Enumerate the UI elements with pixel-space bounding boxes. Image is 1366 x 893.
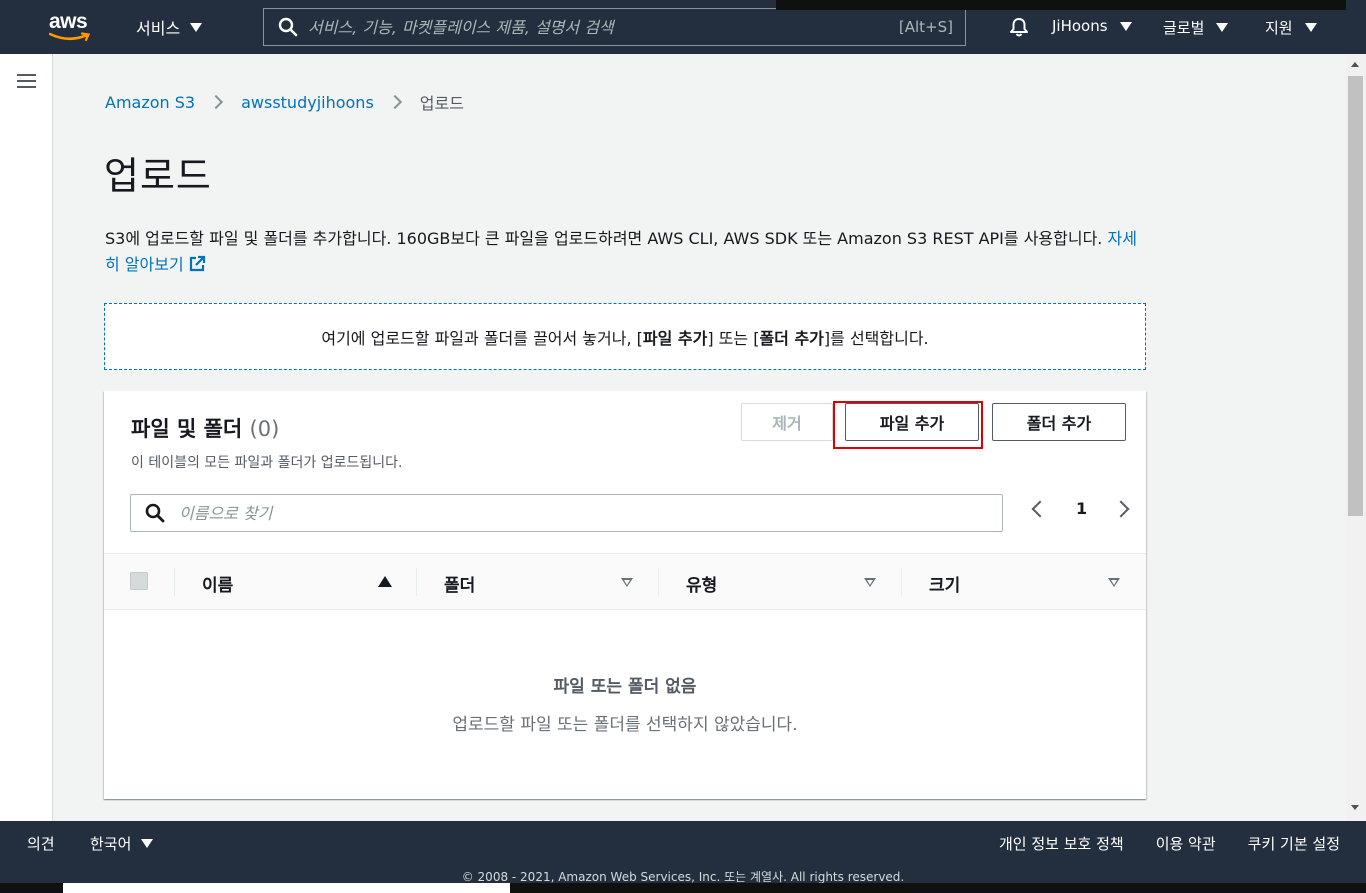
sort-toggle-icon[interactable] xyxy=(621,578,633,587)
caret-down-icon xyxy=(1216,23,1229,32)
table-header: 이름 폴더 유형 크기 xyxy=(104,553,1146,610)
upload-dropzone[interactable]: 여기에 업로드할 파일과 폴더를 끌어서 놓거나, [파일 추가] 또는 [폴더… xyxy=(104,303,1146,370)
caret-down-icon xyxy=(190,22,203,32)
add-files-button[interactable]: 파일 추가 xyxy=(845,403,979,441)
add-folder-button[interactable]: 폴더 추가 xyxy=(992,403,1126,441)
column-header-name[interactable]: 이름 xyxy=(202,568,233,598)
breadcrumb-s3-link[interactable]: Amazon S3 xyxy=(105,93,195,112)
dropzone-text: 여기에 업로드할 파일과 폴더를 끌어서 놓거나, [파일 추가] 또는 [폴더… xyxy=(321,325,928,349)
column-header-type[interactable]: 유형 xyxy=(686,568,717,598)
scrollbar-thumb[interactable] xyxy=(1348,76,1363,516)
breadcrumb-current: 업로드 xyxy=(419,94,464,113)
filter-search[interactable] xyxy=(130,494,1003,532)
caret-down-icon xyxy=(141,839,154,848)
next-page-icon[interactable] xyxy=(1112,500,1130,517)
current-page-number[interactable]: 1 xyxy=(1076,499,1087,518)
filter-input[interactable] xyxy=(179,503,1002,523)
notification-bell-icon[interactable] xyxy=(1008,16,1030,38)
description-text: S3에 업로드할 파일 및 폴더를 추가합니다. 160GB보다 큰 파일을 업… xyxy=(105,229,1103,248)
menu-toggle-icon[interactable] xyxy=(17,74,36,89)
aws-logo[interactable]: aws xyxy=(47,8,95,44)
sort-toggle-icon[interactable] xyxy=(864,578,876,587)
sort-ascending-icon[interactable] xyxy=(378,576,392,587)
search-shortcut-hint: [Alt+S] xyxy=(898,18,953,36)
panel-subtitle: 이 테이블의 모든 파일과 폴더가 업로드됩니다. xyxy=(131,455,403,471)
language-label: 한국어 xyxy=(90,835,132,853)
panel-title-text: 파일 및 폴더 xyxy=(131,417,243,441)
support-label: 지원 xyxy=(1265,19,1293,37)
chevron-right-icon xyxy=(209,94,224,110)
side-navigation xyxy=(0,54,53,821)
feedback-link[interactable]: 의견 xyxy=(27,833,55,854)
page-description: S3에 업로드할 파일 및 폴더를 추가합니다. 160GB보다 큰 파일을 업… xyxy=(105,226,1150,278)
dropzone-text-before: 여기에 업로드할 파일과 폴더를 끌어서 놓거나, [ xyxy=(321,328,643,348)
caret-down-icon xyxy=(1304,23,1317,32)
page-title: 업로드 xyxy=(104,154,212,198)
chevron-right-icon xyxy=(387,94,402,110)
empty-state-subtitle: 업로드할 파일 또는 폴더를 선택하지 않았습니다. xyxy=(452,715,798,735)
pagination: 1 xyxy=(1026,499,1135,518)
remove-button[interactable]: 제거 xyxy=(741,403,833,441)
column-divider xyxy=(658,568,659,596)
scroll-up-arrow-icon[interactable] xyxy=(1351,62,1359,67)
footer-white-strip xyxy=(63,883,510,893)
language-selector[interactable]: 한국어 xyxy=(90,833,154,854)
terms-link[interactable]: 이용 약관 xyxy=(1156,833,1216,854)
top-overlay-bar xyxy=(776,0,1346,10)
panel-count: (0) xyxy=(249,417,280,441)
services-menu[interactable]: 서비스 xyxy=(136,15,203,39)
column-header-size[interactable]: 크기 xyxy=(929,568,960,598)
global-search[interactable]: [Alt+S] xyxy=(263,8,966,46)
search-icon xyxy=(278,17,298,37)
services-label: 서비스 xyxy=(136,19,181,38)
account-menu[interactable]: JiHoons xyxy=(1052,17,1132,35)
aws-logo-text: aws xyxy=(49,10,88,33)
column-header-folder[interactable]: 폴더 xyxy=(444,568,475,598)
aws-smile-icon xyxy=(49,32,91,42)
dropzone-add-folder-ref: 폴더 추가 xyxy=(759,328,824,348)
breadcrumb-bucket-link[interactable]: awsstudyjihoons xyxy=(241,93,374,112)
region-label: 글로벌 xyxy=(1163,19,1205,37)
caret-down-icon xyxy=(1119,21,1132,31)
empty-state-title: 파일 또는 폴더 없음 xyxy=(553,677,697,697)
dropzone-add-files-ref: 파일 추가 xyxy=(642,328,708,348)
cookie-preferences-link[interactable]: 쿠키 기본 설정 xyxy=(1248,833,1340,854)
files-folders-panel: 파일 및 폴더 (0) 이 테이블의 모든 파일과 폴더가 업로드됩니다. 제거… xyxy=(104,391,1146,799)
breadcrumb: Amazon S3 awsstudyjihoons 업로드 xyxy=(105,90,464,114)
account-label: JiHoons xyxy=(1052,17,1108,35)
footer-links: 개인 정보 보호 정책 이용 약관 쿠키 기본 설정 xyxy=(999,833,1340,854)
column-divider xyxy=(416,568,417,596)
select-all-checkbox[interactable] xyxy=(130,572,148,590)
support-menu[interactable]: 지원 xyxy=(1265,17,1317,38)
sort-toggle-icon[interactable] xyxy=(1108,578,1120,587)
column-divider xyxy=(901,568,902,596)
dropzone-text-after: ]를 선택합니다. xyxy=(823,328,929,348)
dropzone-text-middle: ] 또는 [ xyxy=(707,328,760,348)
scroll-down-arrow-icon[interactable] xyxy=(1351,805,1359,810)
region-menu[interactable]: 글로벌 xyxy=(1163,17,1229,38)
panel-title: 파일 및 폴더 (0) xyxy=(131,413,279,443)
external-link-icon xyxy=(189,255,205,272)
column-divider xyxy=(174,568,175,596)
global-search-input[interactable] xyxy=(308,17,899,37)
privacy-policy-link[interactable]: 개인 정보 보호 정책 xyxy=(999,833,1124,854)
search-icon xyxy=(145,503,165,523)
previous-page-icon[interactable] xyxy=(1031,500,1049,517)
